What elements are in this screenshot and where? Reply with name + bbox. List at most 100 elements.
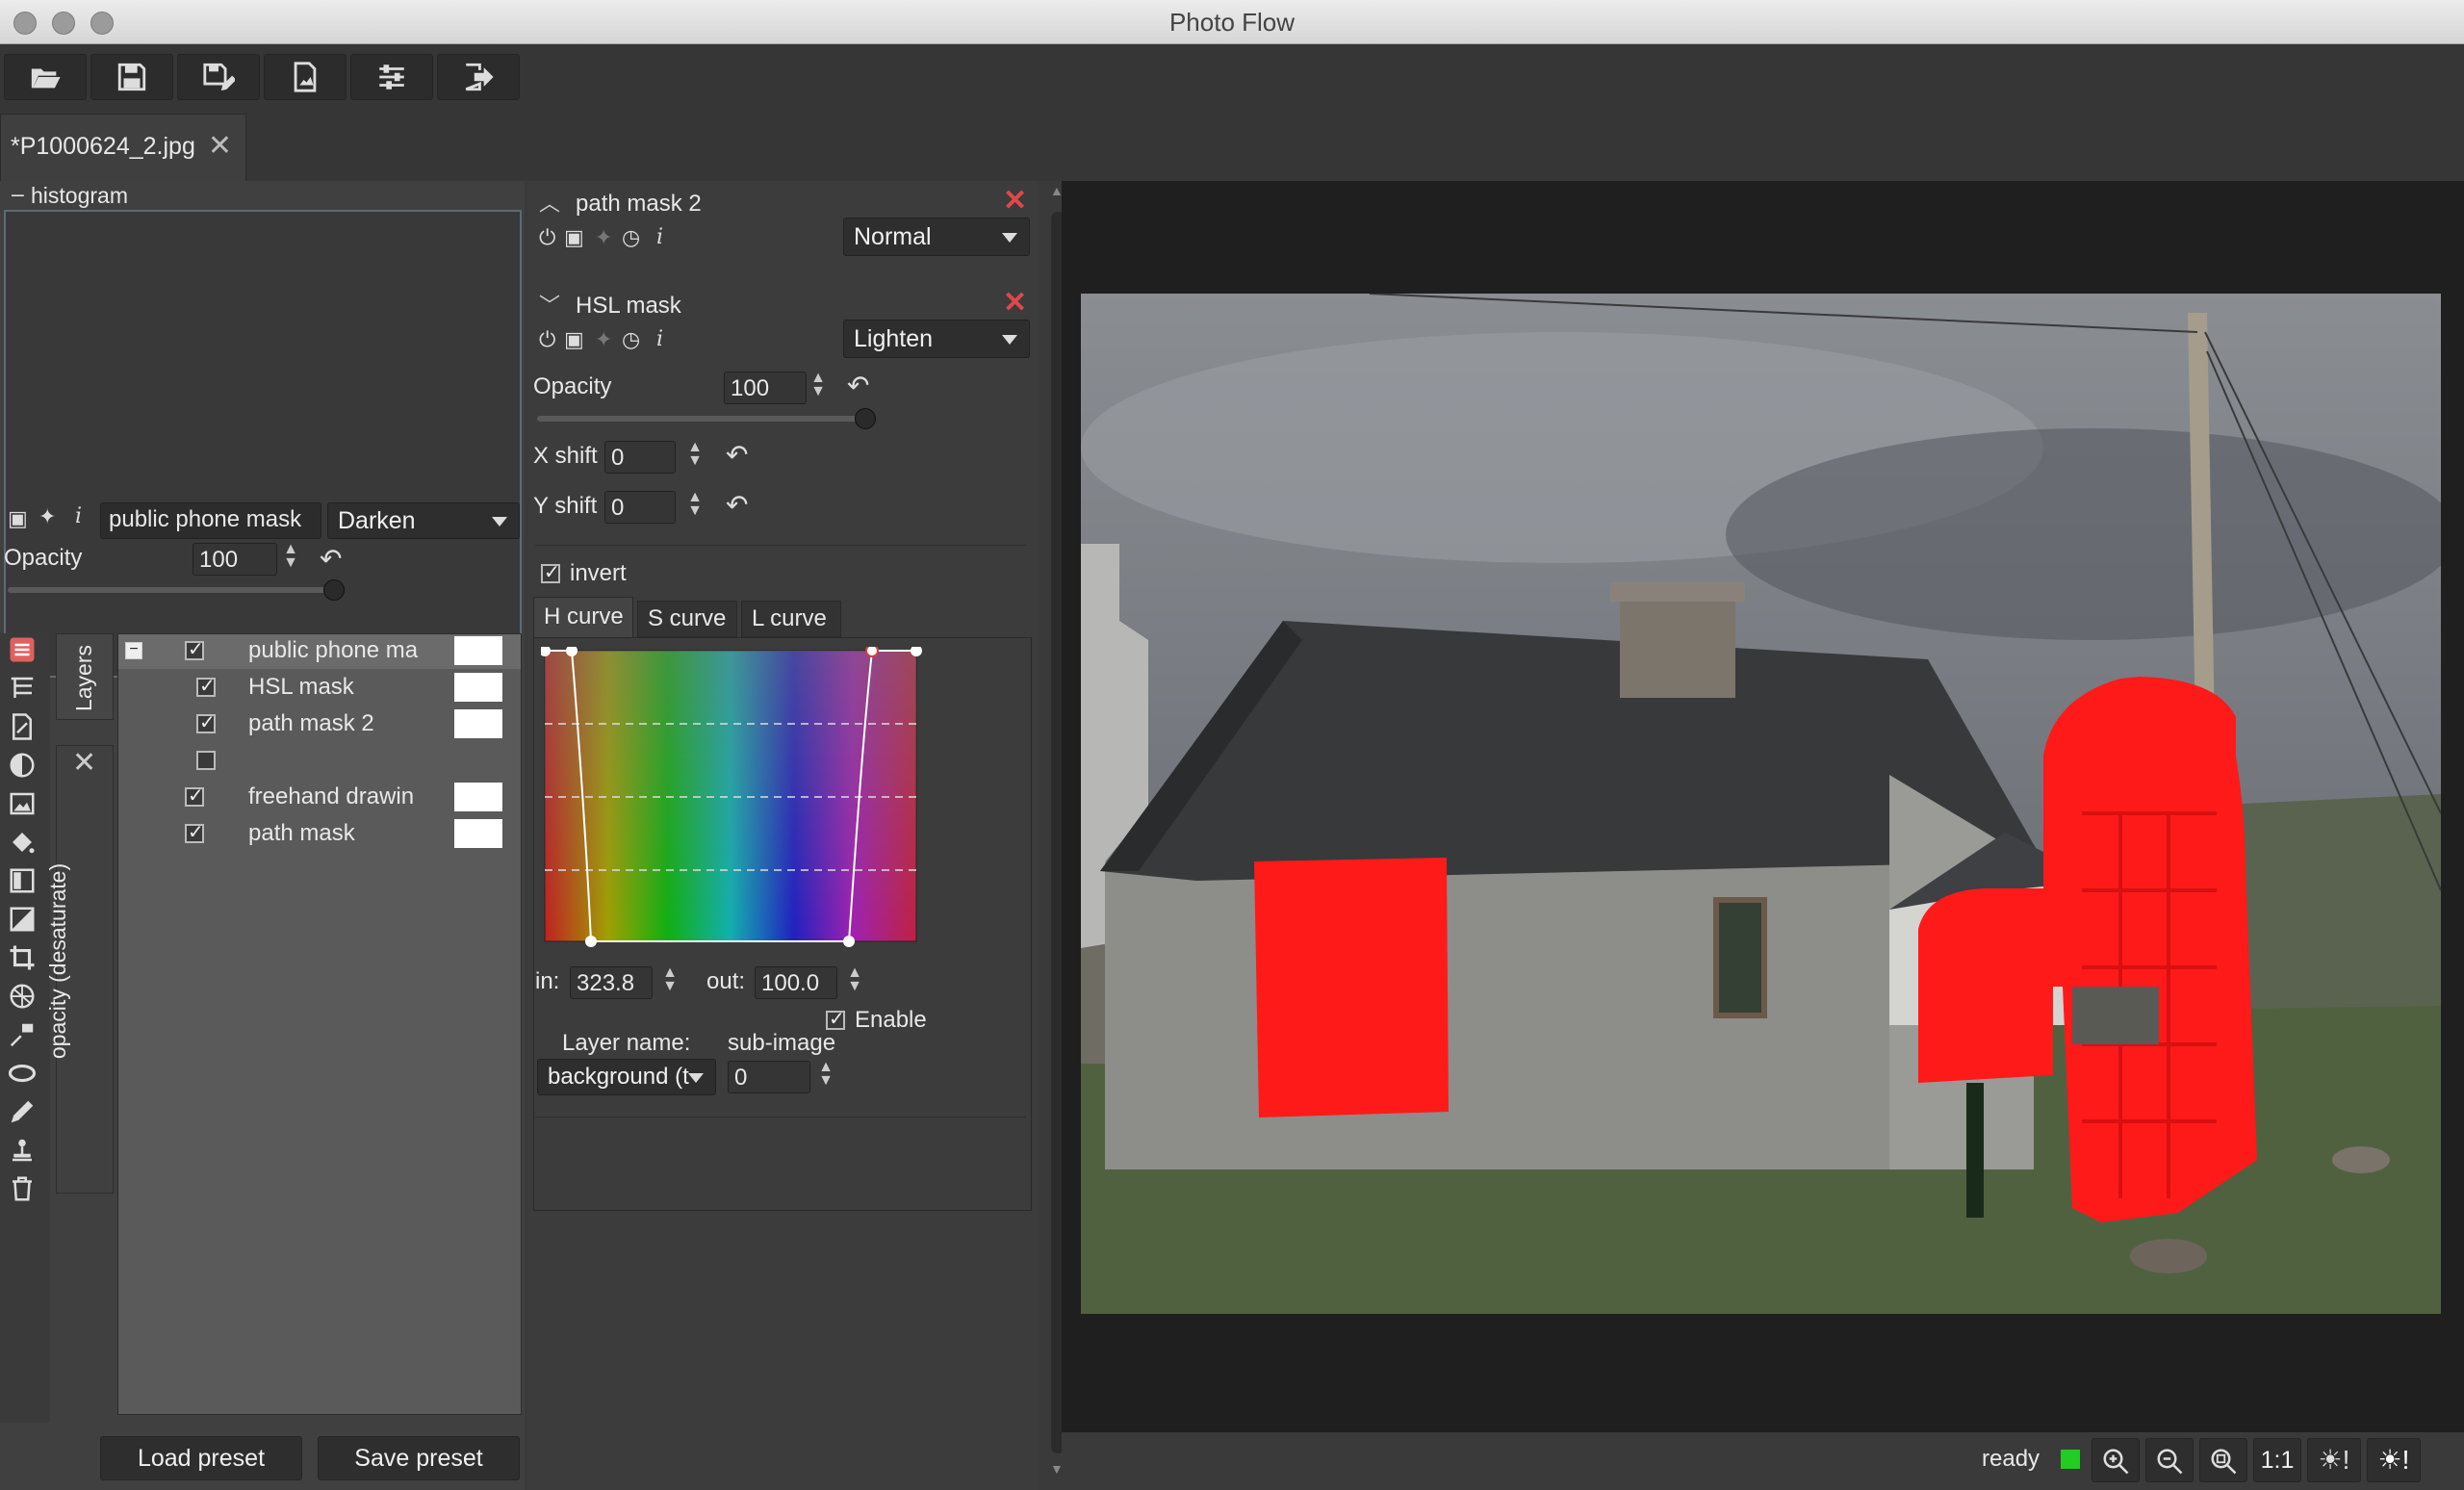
save-button[interactable]: [90, 54, 173, 100]
clone-stamp-icon[interactable]: [8, 1020, 37, 1049]
photo-canvas[interactable]: [1081, 294, 2441, 1314]
trash-icon[interactable]: [8, 1174, 37, 1203]
module2-reset-opacity-icon[interactable]: ↶: [847, 370, 869, 401]
layer-row[interactable]: [119, 743, 512, 778]
tab-s-curve[interactable]: S curve: [637, 601, 737, 637]
collapse-tree-icon[interactable]: −: [125, 642, 142, 659]
reset-xshift-icon[interactable]: ↶: [726, 439, 748, 471]
expand-module-icon[interactable]: ﹀: [539, 289, 560, 320]
image-icon[interactable]: [8, 789, 37, 818]
layer-mask-thumbnail[interactable]: [454, 636, 502, 665]
paint-bucket-icon[interactable]: [8, 828, 37, 857]
brightness-warning-button-2[interactable]: ☀!: [2367, 1438, 2421, 1482]
close-tab-icon[interactable]: ✕: [208, 115, 232, 178]
close-side-tab-icon[interactable]: ✕: [72, 746, 96, 780]
save-preset-button[interactable]: Save preset: [318, 1436, 520, 1480]
enable-checkbox[interactable]: [826, 1007, 845, 1031]
exit-button[interactable]: [437, 54, 520, 100]
layer-mask-thumbnail[interactable]: [454, 783, 502, 811]
layer-visibility-checkbox[interactable]: [185, 820, 204, 844]
out-value-spinner[interactable]: ▲ ▼: [845, 965, 864, 999]
zoom-100-button[interactable]: 1:1: [2253, 1438, 2301, 1482]
module2-info-icon[interactable]: i: [656, 327, 663, 351]
yshift-spinner[interactable]: ▲ ▼: [685, 490, 705, 524]
module2-clock-icon[interactable]: ◷: [622, 327, 640, 352]
yshift-field[interactable]: 0: [604, 491, 676, 524]
module1-pin-icon[interactable]: ✦: [595, 225, 612, 250]
reset-opacity-icon[interactable]: ↶: [320, 543, 342, 575]
tab-l-curve[interactable]: L curve: [741, 601, 841, 637]
module2-opacity-spinner[interactable]: ▲ ▼: [808, 371, 828, 404]
info-icon[interactable]: i: [75, 504, 82, 528]
layer-opacity-knob[interactable]: [323, 579, 345, 601]
zoom-window-button[interactable]: [90, 12, 114, 35]
out-value-field[interactable]: 100.0: [755, 966, 837, 999]
module1-mask-icon[interactable]: ▣: [564, 225, 584, 250]
layer-opacity-slider[interactable]: [8, 587, 337, 593]
module1-power-icon[interactable]: ⏻: [539, 225, 555, 250]
layer-mask-thumbnail[interactable]: [454, 709, 502, 738]
layer-opacity-spinner[interactable]: ▲ ▼: [281, 542, 300, 576]
layer-row[interactable]: path mask 2: [119, 706, 512, 741]
image-viewport[interactable]: [1062, 181, 2464, 1432]
pin-icon[interactable]: ✦: [38, 504, 56, 529]
contrast-icon[interactable]: [8, 751, 37, 780]
remove-module2-icon[interactable]: ✕: [1003, 289, 1027, 318]
layer-opacity-field[interactable]: 100: [192, 543, 277, 576]
settings-button[interactable]: [350, 54, 433, 100]
module2-power-icon[interactable]: ⏻: [539, 327, 555, 352]
load-preset-button[interactable]: Load preset: [100, 1436, 302, 1480]
hue-curve-editor[interactable]: [541, 647, 926, 947]
layer-visibility-checkbox[interactable]: [196, 751, 216, 770]
tab-h-curve[interactable]: H curve: [533, 597, 633, 637]
reset-yshift-icon[interactable]: ↶: [726, 489, 748, 521]
perspective-icon[interactable]: [8, 982, 37, 1011]
zoom-fit-button[interactable]: [2199, 1438, 2247, 1482]
remove-module1-icon[interactable]: ✕: [1003, 187, 1027, 216]
zoom-out-button[interactable]: [2145, 1438, 2194, 1482]
layer-row[interactable]: HSL mask: [119, 670, 512, 705]
stamp-icon[interactable]: [8, 1136, 37, 1165]
layer-row[interactable]: freehand drawin: [119, 780, 512, 814]
module1-clock-icon[interactable]: ◷: [622, 225, 640, 250]
layers-icon[interactable]: [8, 635, 37, 664]
module2-opacity-field[interactable]: 100: [724, 372, 807, 404]
module2-mask-icon[interactable]: ▣: [564, 327, 584, 352]
collapse-module-icon[interactable]: ︿: [539, 187, 560, 218]
layer-blend-dropdown[interactable]: Darken: [327, 502, 520, 539]
histogram-toggle[interactable]: –: [12, 181, 24, 207]
module2-opacity-slider[interactable]: [537, 416, 870, 422]
module2-pin-icon[interactable]: ✦: [595, 327, 612, 352]
layer-visibility-checkbox[interactable]: [196, 674, 216, 698]
module2-opacity-knob[interactable]: [855, 408, 876, 429]
crop-icon[interactable]: [8, 943, 37, 972]
brightness-warning-button-1[interactable]: ☀!: [2307, 1438, 2361, 1482]
close-window-button[interactable]: [13, 12, 37, 35]
file-tab[interactable]: *P1000624_2.jpg ✕: [0, 114, 246, 181]
layer-name-dropdown[interactable]: background (t: [537, 1059, 716, 1095]
layer-visibility-checkbox[interactable]: [185, 637, 204, 661]
layer-row[interactable]: path mask: [119, 816, 512, 851]
module1-blend-dropdown[interactable]: Normal: [843, 218, 1030, 256]
invert-checkbox[interactable]: [541, 560, 560, 584]
gradient-icon[interactable]: [8, 866, 37, 895]
save-as-button[interactable]: [177, 54, 260, 100]
opacity-side-tab[interactable]: ✕ opacity (desaturate): [45, 745, 114, 1194]
layer-visibility-checkbox[interactable]: [185, 784, 204, 808]
minimize-window-button[interactable]: [52, 12, 75, 35]
histogram-label[interactable]: histogram: [31, 183, 128, 209]
subimage-spinner[interactable]: ▲ ▼: [816, 1060, 835, 1093]
ellipse-icon[interactable]: [8, 1059, 37, 1088]
pencil-icon[interactable]: [8, 1097, 37, 1126]
layers-side-tab[interactable]: Layers: [56, 633, 114, 720]
document-edit-icon[interactable]: [8, 712, 37, 741]
layer-name-field[interactable]: public phone mask: [100, 502, 321, 539]
layer-visibility-checkbox[interactable]: [196, 710, 216, 734]
zoom-in-button[interactable]: [2092, 1438, 2140, 1482]
xshift-spinner[interactable]: ▲ ▼: [685, 440, 705, 474]
mask-icon[interactable]: ▣: [8, 506, 28, 531]
export-button[interactable]: [264, 54, 346, 100]
layer-mask-thumbnail[interactable]: [454, 673, 502, 702]
open-button[interactable]: [4, 54, 87, 100]
xshift-field[interactable]: 0: [604, 441, 676, 474]
